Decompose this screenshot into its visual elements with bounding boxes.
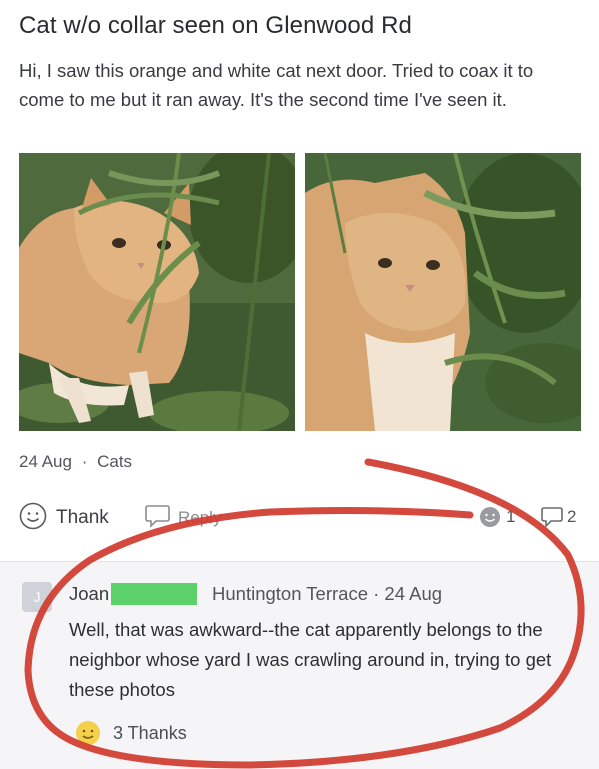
comment-text: Well, that was awkward--the cat apparent… — [69, 619, 552, 700]
comment-thanks[interactable]: 3 Thanks — [73, 718, 187, 748]
post-actions: Thank Reply 1 2 — [18, 501, 593, 536]
post-title: Cat w/o collar seen on Glenwood Rd — [19, 12, 412, 39]
reaction-summary[interactable]: 1 — [478, 505, 515, 529]
redacted-name — [111, 583, 198, 605]
comment-bubble-icon — [541, 507, 563, 528]
comment-author-name: Joan — [69, 583, 110, 604]
cat-photo-2[interactable] — [305, 153, 581, 431]
reply-icon — [144, 503, 172, 534]
cat-photo-1[interactable] — [19, 153, 295, 431]
thanks-emoji-icon — [76, 721, 100, 745]
cat-photo-1-image — [19, 153, 295, 431]
post-category[interactable]: Cats — [97, 452, 132, 471]
post-meta: 24 Aug · Cats — [19, 452, 132, 472]
smiley-icon — [18, 501, 48, 536]
comment-location-time: Huntington Terrace · 24 Aug — [212, 583, 443, 604]
post-date: 24 Aug — [19, 452, 72, 471]
thank-label: Thank — [56, 507, 109, 528]
avatar-initial: J — [33, 589, 41, 605]
comment-author[interactable]: Joan — [69, 583, 198, 605]
post-body: Hi, I saw this orange and white cat next… — [19, 60, 534, 110]
reply-button[interactable]: Reply — [144, 503, 221, 533]
commenter-avatar[interactable]: J — [22, 582, 52, 612]
reply-label: Reply — [178, 508, 222, 527]
meta-separator: · — [81, 452, 88, 471]
cat-photo-2-image — [305, 153, 581, 431]
reaction-count: 1 — [506, 507, 516, 526]
thanks-count: 3 Thanks — [113, 722, 187, 743]
comment-count-button[interactable]: 2 — [540, 505, 576, 529]
comment-count: 2 — [567, 507, 577, 526]
reaction-smiley-icon — [480, 507, 500, 527]
thank-button[interactable]: Thank — [18, 501, 109, 536]
